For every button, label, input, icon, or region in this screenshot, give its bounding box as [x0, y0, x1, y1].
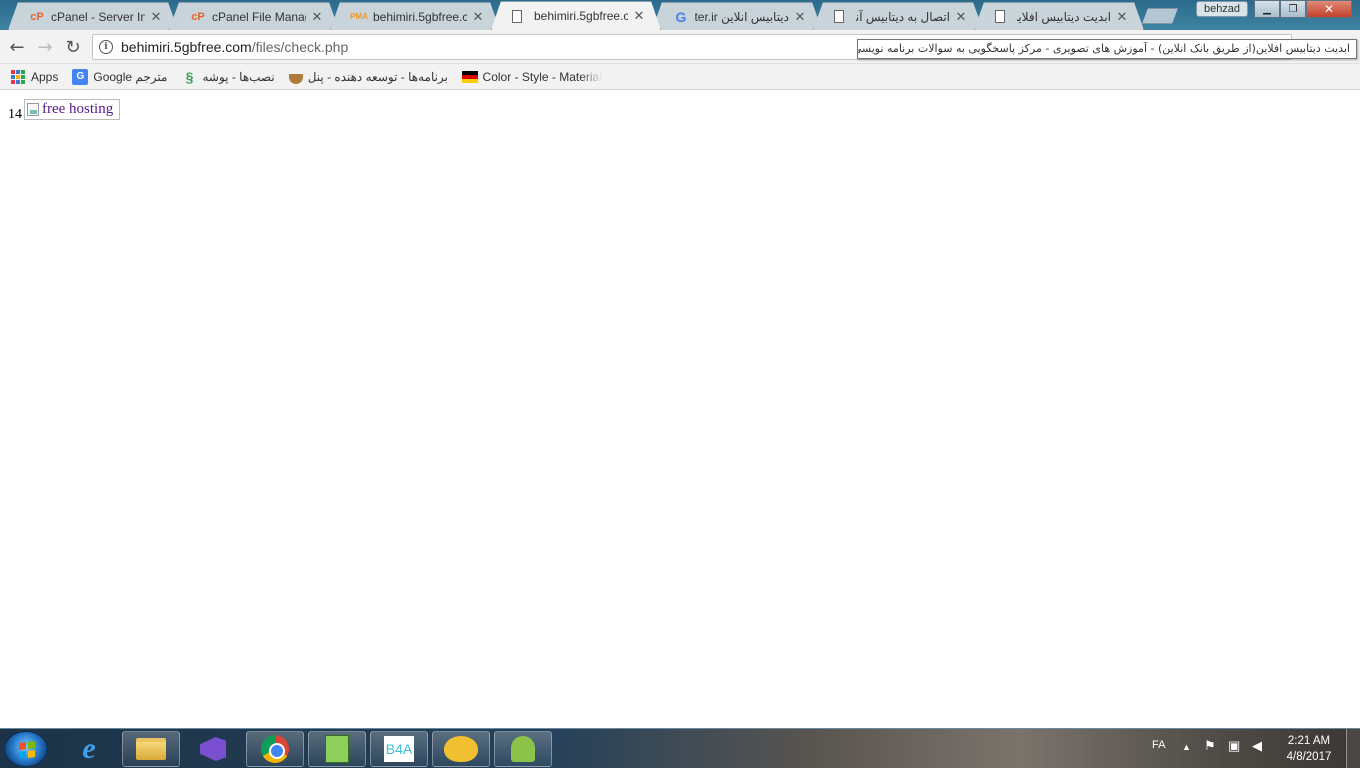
tab-close-icon[interactable]: ✕ — [632, 8, 646, 24]
tab-phpmyadmin[interactable]: PMA behimiri.5gbfree.com ✕ — [330, 2, 500, 30]
page-icon — [995, 10, 1005, 23]
tab-title: دیتابیس انلاین center.ir — [695, 9, 789, 24]
bookmark-apps[interactable]: Apps — [10, 69, 58, 85]
url-text: behimiri.5gbfree.com/files/check.php — [121, 39, 348, 55]
bookmark-material-colors[interactable]: Color - Style - Material — [461, 69, 602, 84]
tab-close-icon[interactable]: ✕ — [1115, 9, 1129, 25]
tab-title: cPanel - Server Info — [51, 9, 145, 24]
windows-taskbar: e B4A FA ▲ ⚑ ▣ ◀ 2:21 AM 4/8/2017 — [0, 728, 1360, 768]
system-clock[interactable]: 2:21 AM 4/8/2017 — [1282, 733, 1336, 765]
tab-update-offline-database[interactable]: ابدیت دیتابیس افلاین(از ✕ — [974, 2, 1144, 30]
tab-title: behimiri.5gbfree.com — [373, 9, 467, 24]
tab-title: behimiri.5gbfree.com — [534, 9, 628, 23]
taskbar-visual-studio[interactable] — [184, 731, 242, 767]
close-window-button[interactable]: ✕ — [1306, 0, 1352, 18]
action-center-flag-icon[interactable]: ⚑ — [1204, 738, 1216, 754]
bookmark-developer-panel[interactable]: برنامه‌ها - توسعه دهنده - پنل — [288, 69, 448, 84]
bookmark-label: Google مترجم — [93, 69, 168, 84]
page-icon — [512, 10, 522, 23]
google-translate-icon: G — [72, 68, 89, 85]
bookmarks-bar: Apps G Google مترجم § نصب‌ها - پوشه برنا… — [0, 64, 1360, 90]
taskbar-file-explorer[interactable] — [122, 731, 180, 767]
show-hidden-icons-icon[interactable]: ▲ — [1182, 742, 1191, 752]
start-button[interactable] — [4, 731, 48, 767]
visual-studio-icon — [200, 737, 226, 761]
tab-tooltip: ابدیت دیتابیس افلاین(از طریق بانک انلاین… — [857, 39, 1357, 59]
cloud-app-icon — [444, 736, 478, 762]
free-hosting-image-link[interactable]: free hosting — [24, 99, 120, 120]
tab-cpanel-file-manager[interactable]: cP cPanel File Manager ✕ — [169, 2, 339, 30]
windows-logo-icon — [19, 741, 35, 759]
taskbar-cloud-app[interactable] — [432, 731, 490, 767]
phpmyadmin-icon: PMA — [350, 12, 368, 21]
bookmark-label: نصب‌ها - پوشه — [202, 69, 275, 84]
forward-button[interactable]: → — [34, 36, 56, 58]
tab-close-icon[interactable]: ✕ — [954, 9, 968, 25]
b4a-icon: B4A — [384, 736, 414, 762]
taskbar-b4a[interactable]: B4A — [370, 731, 428, 767]
page-icon — [834, 10, 844, 23]
bookmark-label: برنامه‌ها - توسعه دهنده - پنل — [307, 69, 448, 84]
android-studio-icon — [511, 736, 535, 762]
tab-database-online[interactable]: G دیتابیس انلاین center.ir ✕ — [652, 2, 822, 30]
maximize-button[interactable]: ❐ — [1280, 0, 1306, 18]
apps-grid-icon — [10, 69, 26, 85]
show-desktop-button[interactable] — [1346, 729, 1360, 768]
bowl-icon — [288, 73, 303, 84]
tab-title: cPanel File Manager — [212, 9, 305, 24]
broken-image-icon — [27, 103, 39, 116]
tab-close-icon[interactable]: ✕ — [471, 9, 485, 25]
taskbar-internet-explorer[interactable]: e — [60, 731, 118, 767]
file-explorer-icon — [136, 738, 166, 760]
cpanel-icon: cP — [191, 10, 205, 23]
back-button[interactable]: ← — [6, 36, 28, 58]
clock-date: 4/8/2017 — [1286, 751, 1332, 763]
bookmark-installs-folder[interactable]: § نصب‌ها - پوشه — [181, 68, 275, 85]
tab-close-icon[interactable]: ✕ — [149, 9, 163, 25]
info-icon[interactable]: i — [99, 40, 113, 54]
tab-cpanel-server-info[interactable]: cP cPanel - Server Info ✕ — [8, 2, 178, 30]
reload-button[interactable]: ↻ — [62, 36, 84, 58]
profile-button[interactable]: behzad — [1196, 1, 1248, 17]
clock-time: 2:21 AM — [1287, 735, 1331, 747]
image-alt-text: free hosting — [42, 101, 114, 117]
taskbar-android-studio[interactable] — [494, 731, 552, 767]
network-icon[interactable]: ▣ — [1228, 738, 1240, 754]
flag-icon — [461, 70, 478, 83]
url-path: /files/check.php — [251, 39, 349, 55]
volume-icon[interactable]: ◀ — [1252, 738, 1262, 754]
window-controls: ▁ ❐ ✕ — [1254, 0, 1352, 18]
chrome-icon — [261, 735, 289, 763]
tab-strip: cP cPanel - Server Info ✕ cP cPanel File… — [0, 0, 1360, 30]
bookmark-label: Apps — [31, 69, 59, 84]
tab-close-icon[interactable]: ✕ — [793, 9, 807, 25]
tab-connect-online-database[interactable]: اتصال به دیتابیس آنلاین ✕ — [813, 2, 983, 30]
cpanel-icon: cP — [30, 10, 44, 23]
taskbar-notepad-plus-plus[interactable] — [308, 731, 366, 767]
internet-explorer-icon: e — [82, 732, 96, 765]
bookmark-google-translate[interactable]: G Google مترجم — [72, 68, 168, 85]
page-output-text: 14 — [8, 107, 22, 122]
notepad-plus-plus-icon — [325, 735, 349, 763]
tab-close-icon[interactable]: ✕ — [310, 9, 324, 25]
google-icon: G — [675, 8, 687, 25]
bookmark-label: Color - Style - Material — [482, 69, 602, 84]
url-host: behimiri.5gbfree.com — [121, 39, 252, 55]
tab-active-check-php[interactable]: behimiri.5gbfree.com ✕ — [491, 1, 661, 30]
new-tab-button[interactable] — [1142, 8, 1178, 24]
language-indicator[interactable]: FA — [1152, 739, 1165, 751]
taskbar-chrome[interactable] — [246, 731, 304, 767]
page-content: 14 free hosting — [0, 90, 1360, 728]
minimize-button[interactable]: ▁ — [1254, 0, 1280, 18]
tab-title: اتصال به دیتابیس آنلاین — [856, 9, 950, 24]
tab-title: ابدیت دیتابیس افلاین(از — [1018, 9, 1111, 24]
s-logo-icon: § — [185, 68, 194, 85]
